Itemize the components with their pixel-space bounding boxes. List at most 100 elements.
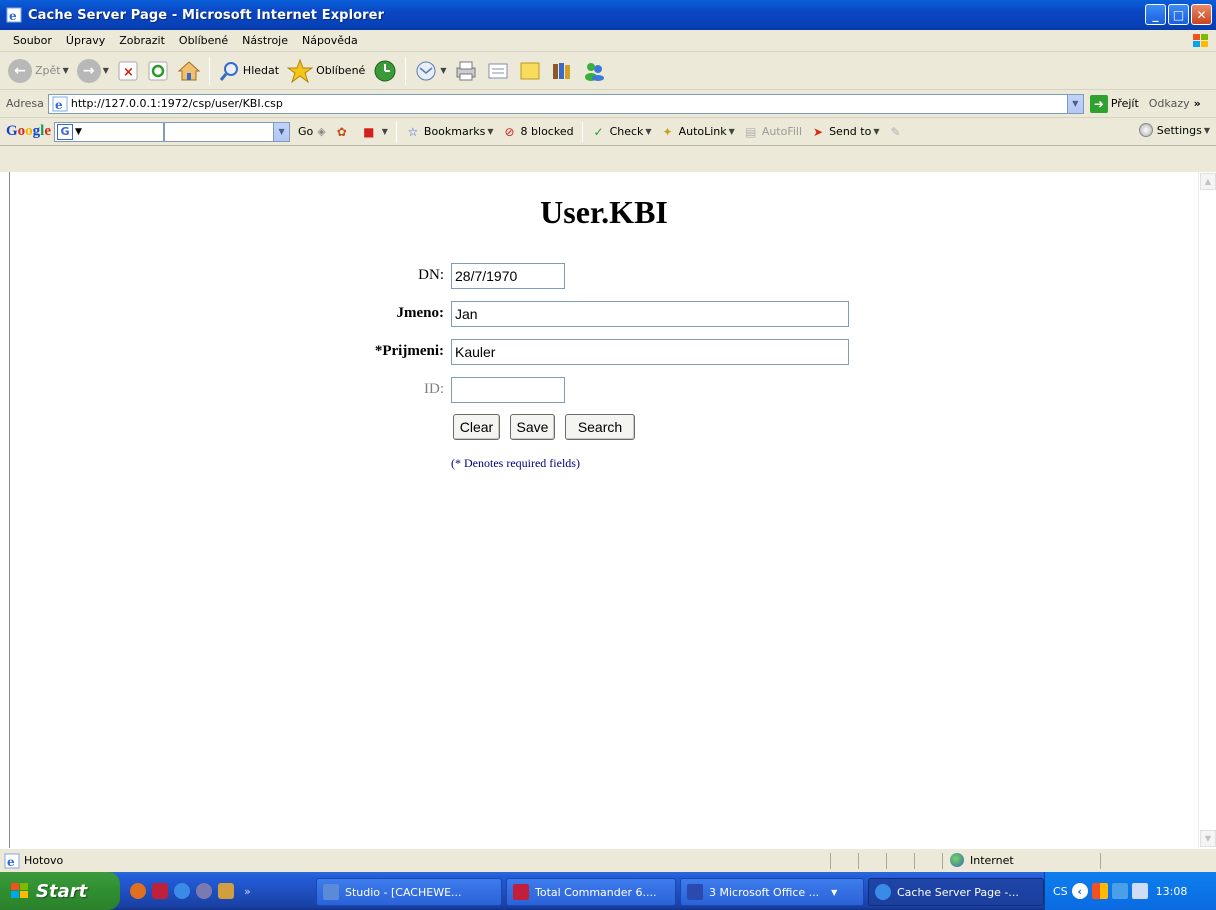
links-label[interactable]: Odkazy [1149, 97, 1190, 110]
id-field[interactable] [451, 377, 565, 403]
vertical-scrollbar[interactable]: ▲ ▼ [1198, 172, 1216, 848]
search-form-button[interactable]: Search [565, 414, 635, 440]
chevron-down-icon: ▼ [1203, 125, 1210, 135]
menu-tools[interactable]: Nástroje [235, 34, 295, 47]
close-button[interactable]: ✕ [1191, 4, 1212, 25]
history-button[interactable] [369, 55, 401, 87]
google-g-icon: G [57, 123, 74, 140]
clock[interactable]: 13:08 [1156, 885, 1188, 898]
tray-app-icon[interactable] [1131, 883, 1148, 899]
chevron-down-icon[interactable]: ▼ [103, 66, 109, 75]
id-label: ID: [424, 381, 444, 397]
menu-bar: Soubor Úpravy Zobrazit Oblíbené Nástroje… [0, 30, 1216, 52]
google-go-label: Go [298, 125, 314, 138]
quick-launch-app-icon[interactable] [130, 883, 146, 899]
discuss-button[interactable] [514, 55, 546, 87]
scroll-up-icon[interactable]: ▲ [1200, 173, 1216, 190]
check-label: Check [609, 125, 644, 138]
mail-button[interactable]: ▼ [410, 55, 450, 87]
messenger-button[interactable] [578, 55, 610, 87]
window-title-bar[interactable]: e Cache Server Page - Microsoft Internet… [0, 0, 1216, 30]
bookmarks-label: Bookmarks [423, 125, 486, 138]
go-button[interactable]: ➜ Přejít [1089, 94, 1139, 113]
task-label: Cache Server Page -... [897, 885, 1019, 899]
content-left-edge [0, 172, 10, 848]
autofill-label: AutoFill [761, 125, 803, 138]
history-icon [374, 60, 396, 81]
favorites-button[interactable]: Oblíbené [283, 55, 369, 87]
task-total-commander[interactable]: Total Commander 6.... [506, 878, 676, 906]
search-button[interactable]: Hledat [214, 55, 283, 87]
language-indicator[interactable]: CS [1053, 885, 1068, 898]
autofill-button[interactable]: ▤ AutoFill [743, 124, 802, 140]
jmeno-field[interactable]: Jan [451, 301, 849, 327]
home-button[interactable] [173, 55, 205, 87]
quick-launch-app-icon[interactable] [218, 883, 234, 899]
prijmeni-field[interactable]: Kauler [451, 339, 849, 365]
address-input[interactable]: e http://127.0.0.1:1972/csp/user/KBI.csp… [47, 93, 1084, 114]
save-button[interactable]: Save [510, 414, 555, 440]
home-icon [177, 60, 201, 80]
internet-explorer-icon[interactable] [174, 883, 190, 899]
chevron-down-icon[interactable]: ▼ [1066, 94, 1083, 113]
autolink-button[interactable]: ✦ AutoLink ▼ [660, 124, 735, 140]
google-logo[interactable]: Google [6, 123, 51, 140]
research-button[interactable] [546, 55, 578, 87]
links-more[interactable]: » [1194, 97, 1201, 110]
google-search-input[interactable]: ▼ [164, 121, 291, 142]
task-label: Studio - [CACHEWE... [345, 885, 462, 899]
maximize-button[interactable]: □ [1168, 4, 1189, 25]
chevron-down-icon[interactable]: ▼ [63, 66, 69, 75]
spellcheck-button[interactable]: ✓ Check ▼ [591, 124, 652, 140]
google-search-menu[interactable]: G ▼ [54, 121, 165, 142]
chevron-down-icon[interactable]: ▼ [273, 122, 290, 141]
bookmarks-button[interactable]: ☆ Bookmarks ▼ [405, 124, 494, 140]
google-go-button[interactable]: Go [298, 125, 313, 138]
menu-file[interactable]: Soubor [6, 34, 59, 47]
menu-edit[interactable]: Úpravy [59, 34, 112, 47]
tray-app-icon[interactable] [1111, 883, 1128, 899]
menu-help[interactable]: Nápověda [295, 34, 365, 47]
edit-button[interactable] [482, 55, 514, 87]
scroll-down-icon[interactable]: ▼ [1200, 830, 1216, 847]
quick-launch-more-icon[interactable]: » [244, 885, 251, 898]
menu-view[interactable]: Zobrazit [112, 34, 172, 47]
clear-button[interactable]: Clear [453, 414, 500, 440]
dn-field[interactable]: 28/7/1970 [451, 263, 565, 289]
task-studio[interactable]: Studio - [CACHEWE... [316, 878, 502, 906]
window-title: Cache Server Page - Microsoft Internet E… [28, 7, 385, 23]
edit-page-icon [488, 63, 508, 78]
news-button[interactable]: ✿ [334, 124, 353, 140]
stop-button[interactable]: × [113, 55, 143, 87]
popup-menu-button[interactable]: ■ ▼ [361, 124, 388, 140]
popup-blocker-button[interactable]: ⊘ 8 blocked [502, 124, 574, 140]
chevron-down-icon: ▼ [487, 127, 494, 136]
chevron-down-icon: ▼ [728, 127, 735, 136]
quick-launch-app-icon[interactable] [196, 883, 212, 899]
total-commander-icon[interactable] [152, 883, 168, 899]
start-button[interactable]: Start [0, 872, 120, 910]
task-microsoft-office[interactable]: 3 Microsoft Office ... ▼ [680, 878, 864, 906]
star-icon [287, 58, 314, 83]
page-content: User.KBI DN: 28/7/1970 Jmeno: Jan *Prijm… [10, 172, 1198, 848]
highlight-button[interactable]: ✎ [887, 124, 906, 140]
back-button[interactable]: ← Zpět ▼ [4, 55, 73, 87]
toolbar-separator [208, 56, 210, 85]
refresh-button[interactable] [143, 55, 173, 87]
menu-favorites[interactable]: Oblíbené [172, 34, 235, 47]
tray-expand-icon[interactable]: ‹ [1071, 883, 1088, 899]
tray-app-icon[interactable] [1091, 883, 1108, 899]
internet-explorer-icon: e [6, 7, 22, 23]
print-button[interactable] [450, 55, 482, 87]
autolink-icon: ✦ [662, 124, 673, 139]
chevron-down-icon: ▼ [831, 887, 838, 897]
chevron-down-icon[interactable]: ▼ [440, 66, 446, 75]
forward-button[interactable]: → ▼ [73, 55, 113, 87]
task-cache-server-page[interactable]: Cache Server Page -... [868, 878, 1044, 906]
go-arrow-icon: ➜ [1089, 94, 1108, 113]
toolbar-separator [581, 121, 583, 142]
settings-button[interactable]: Settings ▼ [1138, 123, 1210, 137]
minimize-button[interactable]: _ [1145, 4, 1166, 25]
chevron-down-icon: ▼ [75, 126, 82, 137]
send-to-button[interactable]: ➤ Send to ▼ [810, 124, 879, 140]
